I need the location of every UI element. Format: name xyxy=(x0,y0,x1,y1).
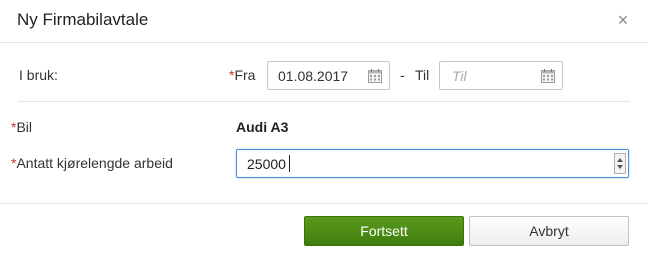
firmabilavtale-dialog: Ny Firmabilavtale × I bruk: *Fra 01.08.2… xyxy=(0,0,648,253)
number-spinner[interactable] xyxy=(614,153,626,174)
footer-divider xyxy=(0,203,648,204)
fra-date-value: 01.08.2017 xyxy=(278,68,349,84)
fortsett-button[interactable]: Fortsett xyxy=(304,216,464,246)
calendar-icon[interactable] xyxy=(367,68,383,84)
fra-label: *Fra xyxy=(229,67,255,83)
antatt-kjorelengde-value: 25000 xyxy=(247,156,286,172)
spinner-down-icon[interactable] xyxy=(617,165,623,169)
dialog-header: Ny Firmabilavtale × xyxy=(0,0,648,43)
avbryt-button[interactable]: Avbryt xyxy=(469,216,629,246)
text-caret xyxy=(289,155,290,172)
bil-label: *Bil xyxy=(11,119,32,135)
fra-date-field[interactable]: 01.08.2017 xyxy=(267,61,390,90)
section-divider xyxy=(18,101,630,102)
date-range-dash: - xyxy=(400,67,405,83)
bil-label-text: Bil xyxy=(16,119,33,135)
antatt-label-text: Antatt kjørelengde arbeid xyxy=(16,155,173,171)
calendar-icon[interactable] xyxy=(540,68,556,84)
til-date-field[interactable]: Til xyxy=(439,61,563,90)
bil-value: Audi A3 xyxy=(236,119,289,135)
antatt-kjorelengde-input[interactable]: 25000 xyxy=(236,149,629,178)
close-icon[interactable]: × xyxy=(614,10,632,30)
til-label: Til xyxy=(415,67,430,83)
antatt-kjorelengde-label: *Antatt kjørelengde arbeid xyxy=(11,155,173,171)
til-date-placeholder: Til xyxy=(452,68,467,84)
fra-label-text: Fra xyxy=(234,67,256,83)
dialog-title: Ny Firmabilavtale xyxy=(17,10,149,29)
spinner-up-icon[interactable] xyxy=(617,158,623,162)
i-bruk-label: I bruk: xyxy=(19,67,58,83)
